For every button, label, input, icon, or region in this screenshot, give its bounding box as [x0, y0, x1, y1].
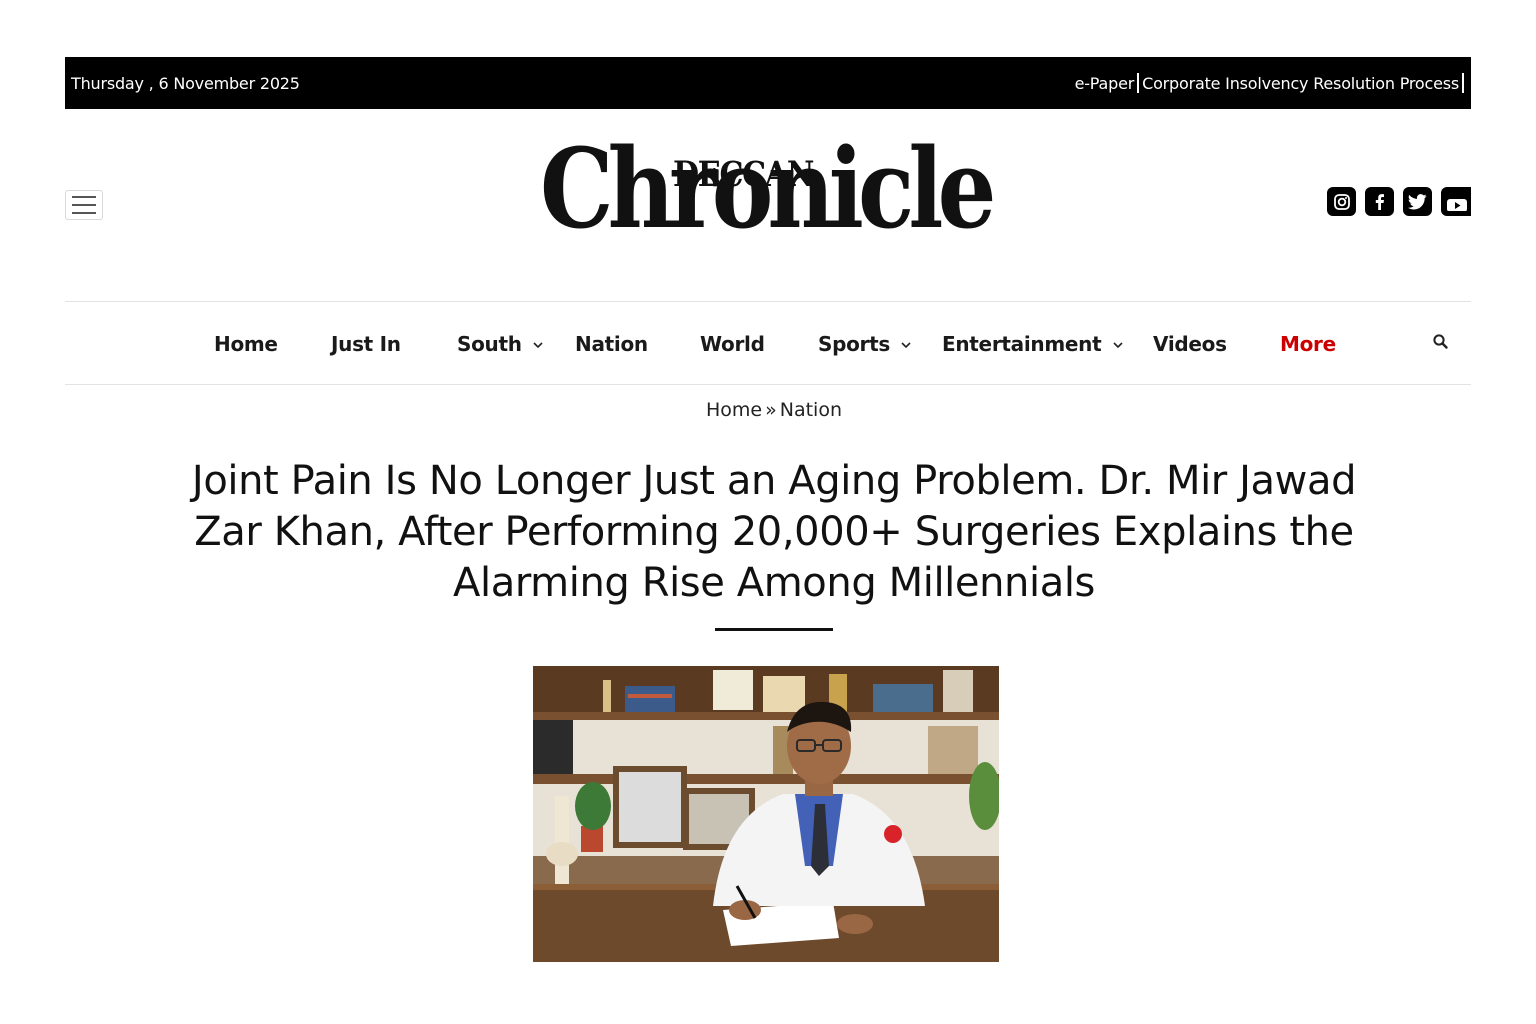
menu-icon-bar	[72, 196, 96, 198]
nav-item-videos[interactable]: Videos	[1153, 332, 1227, 356]
breadcrumb-nation-link[interactable]: Nation	[780, 399, 842, 421]
twitter-icon[interactable]	[1403, 187, 1432, 216]
top-bar: Thursday , 6 November 2025 e-Paper Corpo…	[65, 57, 1471, 109]
instagram-icon[interactable]	[1327, 187, 1356, 216]
nav-item-nation[interactable]: Nation	[575, 332, 648, 356]
site-logo[interactable]: Chronicle DECCAN	[540, 134, 996, 260]
epaper-link[interactable]: e-Paper	[1075, 74, 1135, 93]
youtube-icon[interactable]	[1441, 187, 1471, 216]
top-links: e-Paper Corporate Insolvency Resolution …	[1075, 73, 1467, 93]
breadcrumb-separator: »	[765, 399, 777, 421]
headline-divider	[715, 628, 833, 631]
article-headline: Joint Pain Is No Longer Just an Aging Pr…	[191, 458, 1357, 606]
top-link-divider	[1137, 73, 1140, 93]
nav-item-just-in[interactable]: Just In	[331, 332, 401, 356]
nav-bottom-divider	[65, 384, 1471, 385]
nav-item-entertainment[interactable]: Entertainment	[942, 332, 1102, 356]
breadcrumb: Home» Nation	[0, 399, 1536, 421]
social-links	[1327, 187, 1471, 216]
nav-item-sports[interactable]: Sports	[818, 332, 890, 356]
logo-prefix: DECCAN	[673, 154, 814, 195]
chevron-down-icon[interactable]	[1112, 341, 1124, 349]
facebook-icon[interactable]	[1365, 187, 1394, 216]
nav-item-home[interactable]: Home	[214, 332, 278, 356]
menu-icon-bar	[72, 212, 96, 214]
nav-top-divider	[65, 301, 1471, 302]
search-icon[interactable]	[1432, 333, 1450, 351]
main-navigation: Home Just In South Nation World Sports E…	[0, 326, 1536, 362]
current-date: Thursday , 6 November 2025	[71, 73, 300, 93]
article-featured-image	[533, 666, 999, 962]
article-page: Thursday , 6 November 2025 e-Paper Corpo…	[0, 0, 1536, 1024]
menu-icon-bar	[72, 204, 96, 206]
breadcrumb-home-link[interactable]: Home	[706, 399, 762, 421]
cirp-link[interactable]: Corporate Insolvency Resolution Process	[1142, 74, 1459, 93]
menu-toggle-button[interactable]	[65, 190, 103, 220]
chevron-down-icon[interactable]	[532, 341, 544, 349]
nav-item-world[interactable]: World	[700, 332, 765, 356]
chevron-down-icon[interactable]	[900, 341, 912, 349]
nav-item-south[interactable]: South	[457, 332, 522, 356]
top-link-divider	[1462, 73, 1464, 93]
nav-item-more[interactable]: More	[1280, 332, 1336, 356]
